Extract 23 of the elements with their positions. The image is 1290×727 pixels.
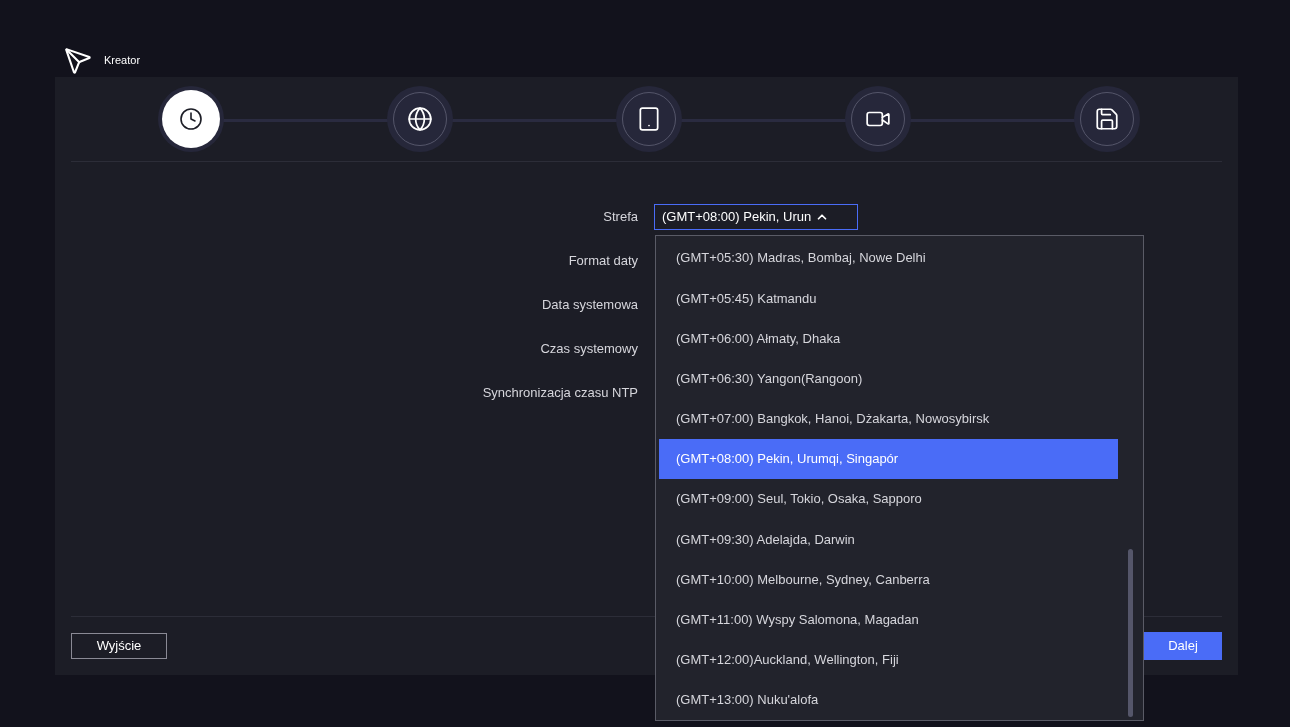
timezone-option[interactable]: (GMT+07:00) Bangkok, Hanoi, Dżakarta, Nowosybirsk — [659, 398, 1118, 439]
field-label: Czas systemowy — [539, 340, 638, 359]
timezone-option[interactable]: (GMT+05:30) Madras, Bombaj, Nowe Delhi — [659, 238, 1118, 279]
field-label: Synchronizacja czasu NTP — [481, 384, 638, 403]
wizard-title: Kreator — [104, 53, 141, 69]
timezone-option[interactable]: (GMT+10:00) Melbourne, Sydney, Canberra — [659, 559, 1118, 600]
timezone-option[interactable]: (GMT+13:00) Nuku'alofa — [659, 679, 1118, 721]
timezone-option[interactable]: (GMT+09:00) Seul, Tokio, Osaka, Sapporo — [659, 479, 1118, 520]
globe-icon — [407, 106, 433, 132]
clock-icon — [179, 107, 203, 131]
timezone-option[interactable]: (GMT+09:30) Adelajda, Darwin — [659, 519, 1118, 560]
exit-button[interactable]: Wyjście — [71, 633, 167, 659]
field-label: Format daty — [567, 252, 638, 271]
timezone-select[interactable]: (GMT+08:00) Pekin, Urun — [654, 204, 858, 230]
timezone-option[interactable]: (GMT+06:00) Ałmaty, Dhaka — [659, 318, 1118, 359]
paper-plane-icon — [64, 46, 92, 75]
field-label: Strefa — [602, 208, 638, 227]
timezone-option[interactable]: (GMT+05:45) Katmandu — [659, 278, 1118, 319]
timezone-option[interactable]: (GMT+06:30) Yangon(Rangoon) — [659, 358, 1118, 399]
scrollbar-thumb[interactable] — [1128, 549, 1133, 717]
field-label: Data systemowa — [540, 296, 638, 315]
tablet-icon — [636, 106, 662, 132]
timezone-option[interactable]: (GMT+08:00) Pekin, Urumqi, Singapór — [659, 438, 1118, 480]
